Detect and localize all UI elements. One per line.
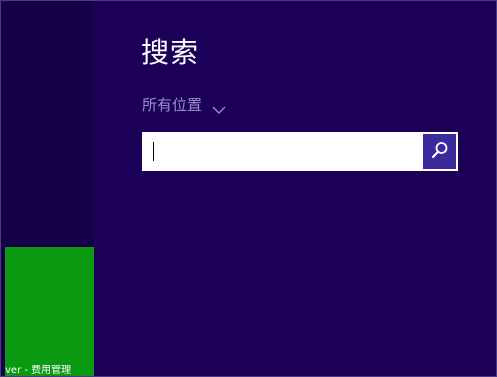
- search-scope-dropdown[interactable]: 所有位置: [142, 95, 226, 115]
- text-caret: [153, 142, 154, 161]
- app-tile-label: ver - 费用管理: [5, 365, 72, 376]
- search-scope-label: 所有位置: [142, 96, 203, 114]
- search-charm-screen: ver - 费用管理 搜索 所有位置: [0, 0, 497, 377]
- app-tile[interactable]: ver - 费用管理: [5, 247, 94, 376]
- search-button[interactable]: [423, 134, 456, 169]
- search-input[interactable]: [143, 133, 423, 170]
- search-box: [142, 132, 458, 171]
- search-icon: [430, 140, 450, 164]
- chevron-down-icon: [212, 100, 226, 114]
- search-pane-title: 搜索: [141, 36, 200, 69]
